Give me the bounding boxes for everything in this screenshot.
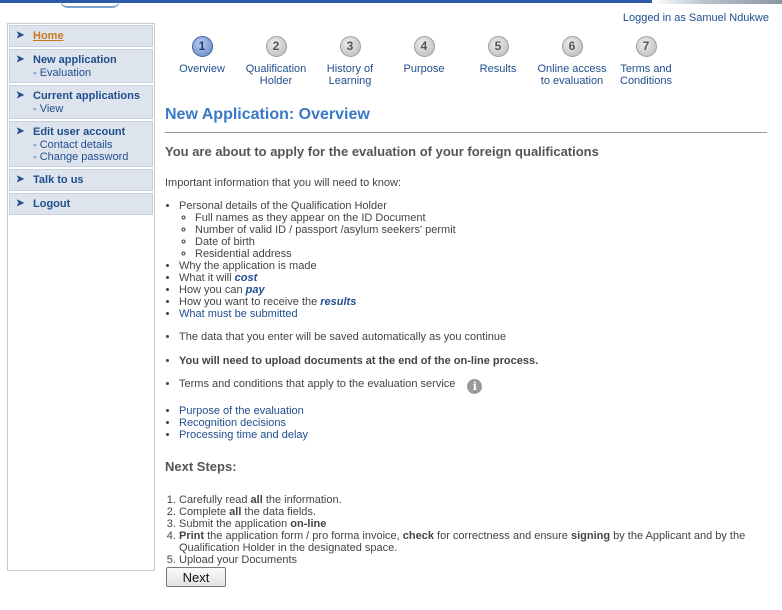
cost-link[interactable]: cost bbox=[235, 272, 258, 284]
sidebar-item-logout[interactable]: ➤ Logout bbox=[9, 193, 153, 215]
step-number: 2 bbox=[265, 36, 287, 57]
intro-text: Important information that you will need… bbox=[165, 177, 402, 189]
list-item: Number of valid ID / passport /asylum se… bbox=[195, 224, 765, 236]
step-number: 3 bbox=[339, 36, 361, 57]
step-number: 7 bbox=[635, 36, 657, 57]
info-icon[interactable]: i bbox=[467, 379, 483, 394]
list-item: Residential address bbox=[195, 248, 765, 260]
arrow-right-icon: ➤ bbox=[16, 174, 25, 185]
sidebar-item-label[interactable]: New application bbox=[33, 54, 148, 67]
header-photo bbox=[652, 0, 782, 4]
list-item: How you can pay bbox=[179, 284, 765, 296]
info-list: Personal details of the Qualification Ho… bbox=[179, 200, 765, 441]
arrow-right-icon: ➤ bbox=[16, 30, 25, 41]
list-item: Why the application is made bbox=[179, 260, 765, 272]
list-item: How you want to receive the results bbox=[179, 296, 765, 308]
sidebar-subitem-evaluation[interactable]: - Evaluation bbox=[33, 67, 148, 79]
step-number: 1 bbox=[191, 36, 213, 57]
logged-in-label: Logged in as Samuel Ndukwe bbox=[622, 12, 769, 24]
sidebar-subitem-contact-details[interactable]: - Contact details bbox=[33, 139, 148, 151]
list-item: Submit the application on-line bbox=[179, 518, 765, 530]
sidebar-item-home[interactable]: ➤ Home bbox=[9, 25, 153, 47]
sidebar-item-label[interactable]: Logout bbox=[33, 198, 148, 211]
list-item: What it will cost bbox=[179, 272, 765, 284]
logo-swoosh bbox=[60, 0, 120, 8]
sidebar-item-new-application[interactable]: ➤ New application - Evaluation bbox=[9, 49, 153, 83]
step-number: 6 bbox=[561, 36, 583, 57]
step-purpose[interactable]: 4 Purpose bbox=[384, 36, 464, 75]
list-item: Carefully read all the information. bbox=[179, 494, 765, 506]
sidebar-item-label[interactable]: Talk to us bbox=[33, 174, 148, 187]
step-terms-and-conditions[interactable]: 7 Terms and Conditions bbox=[606, 36, 686, 87]
list-item: Personal details of the Qualification Ho… bbox=[179, 200, 765, 260]
step-online-access[interactable]: 6 Online access to evaluation bbox=[532, 36, 612, 87]
upload-note: You will need to upload documents at the… bbox=[179, 355, 539, 367]
list-item: Terms and conditions that apply to the e… bbox=[179, 378, 765, 394]
sidebar-item-current-applications[interactable]: ➤ Current applications - View bbox=[9, 85, 153, 119]
list-item: Date of birth bbox=[195, 236, 765, 248]
list-item: Recognition decisions bbox=[179, 417, 765, 429]
progress-steps: 1 Overview 2 Qualification Holder 3 Histo… bbox=[168, 36, 688, 96]
sidebar-item-talk-to-us[interactable]: ➤ Talk to us bbox=[9, 169, 153, 191]
sidebar-nav: ➤ Home ➤ New application - Evaluation ➤ … bbox=[8, 24, 154, 218]
step-label: Purpose bbox=[403, 63, 445, 75]
divider bbox=[165, 132, 767, 133]
sidebar-item-label[interactable]: Home bbox=[33, 30, 148, 43]
sidebar-item-label[interactable]: Current applications bbox=[33, 90, 148, 103]
step-number: 4 bbox=[413, 36, 435, 57]
arrow-right-icon: ➤ bbox=[16, 54, 25, 65]
next-steps-heading: Next Steps: bbox=[165, 459, 237, 474]
recognition-decisions-link[interactable]: Recognition decisions bbox=[179, 417, 286, 429]
list-item: Purpose of the evaluation bbox=[179, 405, 765, 417]
step-label: Results bbox=[479, 63, 517, 75]
step-label: Qualification Holder bbox=[245, 63, 307, 87]
list-item: Upload your Documents bbox=[179, 554, 765, 566]
processing-time-link[interactable]: Processing time and delay bbox=[179, 429, 308, 441]
list-item: Processing time and delay bbox=[179, 429, 765, 441]
what-must-be-submitted-link[interactable]: What must be submitted bbox=[179, 308, 298, 320]
page-subtitle: You are about to apply for the evaluatio… bbox=[165, 144, 599, 159]
list-item: Print the application form / pro forma i… bbox=[179, 530, 765, 554]
list-item: You will need to upload documents at the… bbox=[179, 355, 765, 367]
list-item: Complete all the data fields. bbox=[179, 506, 765, 518]
next-button[interactable]: Next bbox=[166, 567, 226, 587]
results-link[interactable]: results bbox=[320, 296, 356, 308]
step-label: Terms and Conditions bbox=[620, 63, 672, 87]
step-history-of-learning[interactable]: 3 History of Learning bbox=[310, 36, 390, 87]
arrow-right-icon: ➤ bbox=[16, 90, 25, 101]
list-item: Full names as they appear on the ID Docu… bbox=[195, 212, 765, 224]
step-qualification-holder[interactable]: 2 Qualification Holder bbox=[236, 36, 316, 87]
page-title: New Application: Overview bbox=[165, 106, 370, 123]
step-overview[interactable]: 1 Overview bbox=[162, 36, 242, 75]
purpose-link[interactable]: Purpose of the evaluation bbox=[179, 405, 304, 417]
sidebar: ➤ Home ➤ New application - Evaluation ➤ … bbox=[7, 23, 155, 571]
sidebar-subitem-change-password[interactable]: - Change password bbox=[33, 151, 148, 163]
step-label: Online access to evaluation bbox=[537, 63, 607, 87]
arrow-right-icon: ➤ bbox=[16, 198, 25, 209]
next-steps-list: Carefully read all the information. Comp… bbox=[179, 494, 765, 566]
main-content: New Application: Overview You are about … bbox=[165, 100, 767, 566]
step-label: History of Learning bbox=[326, 63, 374, 87]
step-label: Overview bbox=[179, 63, 225, 75]
step-number: 5 bbox=[487, 36, 509, 57]
list-item: The data that you enter will be saved au… bbox=[179, 331, 765, 343]
sidebar-item-label[interactable]: Edit user account bbox=[33, 126, 148, 139]
step-results[interactable]: 5 Results bbox=[458, 36, 538, 75]
list-item: What must be submitted bbox=[179, 308, 765, 320]
sidebar-subitem-view[interactable]: - View bbox=[33, 103, 148, 115]
arrow-right-icon: ➤ bbox=[16, 126, 25, 137]
pay-link[interactable]: pay bbox=[246, 284, 265, 296]
personal-details-list: Full names as they appear on the ID Docu… bbox=[195, 212, 765, 260]
sidebar-item-edit-user-account[interactable]: ➤ Edit user account - Contact details - … bbox=[9, 121, 153, 167]
